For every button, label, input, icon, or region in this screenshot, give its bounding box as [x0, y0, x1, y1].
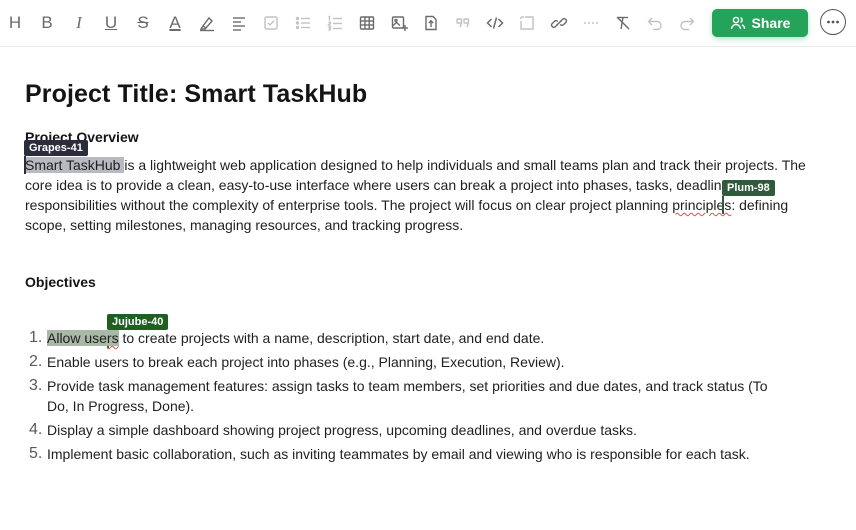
list-item[interactable]: 1. Allow users to create projects with a… [25, 328, 805, 348]
italic-button[interactable]: I [67, 12, 91, 34]
embed-icon [520, 16, 534, 30]
text-color-button[interactable]: A [163, 12, 187, 34]
bold-icon: B [41, 13, 53, 32]
heading-icon: H [8, 13, 22, 32]
list-number: 4. [29, 421, 43, 438]
list-number: 5. [29, 445, 43, 462]
table-icon [359, 16, 375, 30]
numbered-list-icon [326, 15, 342, 31]
undo-icon [647, 17, 662, 31]
highlight-button[interactable] [195, 12, 219, 34]
list-item[interactable]: 2. Enable users to break each project in… [25, 352, 805, 372]
file-upload-icon [425, 15, 437, 31]
spellcheck-word: rs [106, 330, 119, 346]
underline-icon: U [104, 13, 118, 32]
redo-icon [680, 17, 695, 31]
checkbox-icon [264, 16, 278, 30]
undo-button[interactable] [643, 12, 667, 34]
collaborator-selection: Smart TaskHub [25, 157, 125, 173]
list-item-text: Implement basic collaboration, such as i… [47, 446, 750, 462]
bullet-list-icon [295, 16, 310, 30]
document-title[interactable]: Project Title: Smart TaskHub [25, 80, 367, 109]
redo-button[interactable] [675, 12, 699, 34]
list-item-text: Provide task management features: assign… [47, 378, 768, 414]
highlighter-icon [199, 16, 214, 32]
list-item-text-rest: to create projects with a name, descript… [118, 330, 545, 346]
bold-button[interactable]: B [35, 12, 59, 34]
divider-button[interactable] [579, 12, 603, 34]
list-item[interactable]: 5. Implement basic collaboration, such a… [25, 444, 805, 464]
more-horizontal-icon [827, 20, 839, 24]
share-label: Share [751, 15, 791, 31]
share-users-icon [730, 16, 745, 30]
text-color-icon: A [169, 13, 181, 32]
collaborator-selection: Allow use [47, 330, 107, 346]
list-number: 3. [29, 377, 43, 394]
horizontal-rule-icon [584, 22, 598, 24]
image-icon [391, 16, 408, 31]
strikethrough-icon: S [137, 13, 149, 32]
file-button[interactable] [419, 12, 443, 34]
heading-button[interactable]: H [3, 12, 27, 34]
clear-format-icon [616, 16, 630, 30]
editor-toolbar: H B I U S A Share [0, 0, 856, 47]
list-item[interactable]: 4. Display a simple dashboard showing pr… [25, 420, 805, 440]
editor-page: H B I U S A Share Project Title: Smart T… [0, 0, 856, 530]
objectives-list: 1. Allow users to create projects with a… [25, 328, 805, 468]
link-icon [550, 17, 568, 29]
bullet-list-button[interactable] [291, 12, 315, 34]
align-left-icon [233, 17, 245, 31]
clear-format-button[interactable] [611, 12, 635, 34]
underline-button[interactable]: U [99, 12, 123, 34]
list-number: 1. [29, 329, 43, 346]
share-button[interactable]: Share [712, 9, 808, 37]
image-button[interactable] [387, 12, 411, 34]
quote-button[interactable] [451, 12, 475, 34]
quote-icon [456, 18, 470, 28]
objectives-heading[interactable]: Objectives [25, 274, 96, 290]
list-item-text: Enable users to break each project into … [47, 354, 565, 370]
numbered-list-button[interactable] [323, 12, 347, 34]
embed-button[interactable] [515, 12, 539, 34]
list-item-text: Allow users to create projects with a na… [47, 328, 782, 348]
link-button[interactable] [547, 12, 571, 34]
more-options-button[interactable] [820, 9, 846, 35]
code-button[interactable] [483, 12, 507, 34]
collaborator-label-grapes: Grapes-41 [24, 140, 88, 156]
list-item-text: Display a simple dashboard showing proje… [47, 422, 637, 438]
overview-paragraph[interactable]: Smart TaskHub is a lightweight web appli… [25, 155, 825, 235]
collaborator-cursor-plum [722, 196, 724, 214]
checklist-button[interactable] [259, 12, 283, 34]
table-button[interactable] [355, 12, 379, 34]
strikethrough-button[interactable]: S [131, 12, 155, 34]
collaborator-cursor-grapes [24, 156, 26, 174]
list-number: 2. [29, 353, 43, 370]
list-item[interactable]: 3. Provide task management features: ass… [25, 376, 805, 416]
collaborator-label-plum: Plum-98 [722, 180, 775, 196]
code-icon [486, 17, 504, 29]
italic-icon: I [76, 13, 82, 32]
align-button[interactable] [227, 12, 251, 34]
